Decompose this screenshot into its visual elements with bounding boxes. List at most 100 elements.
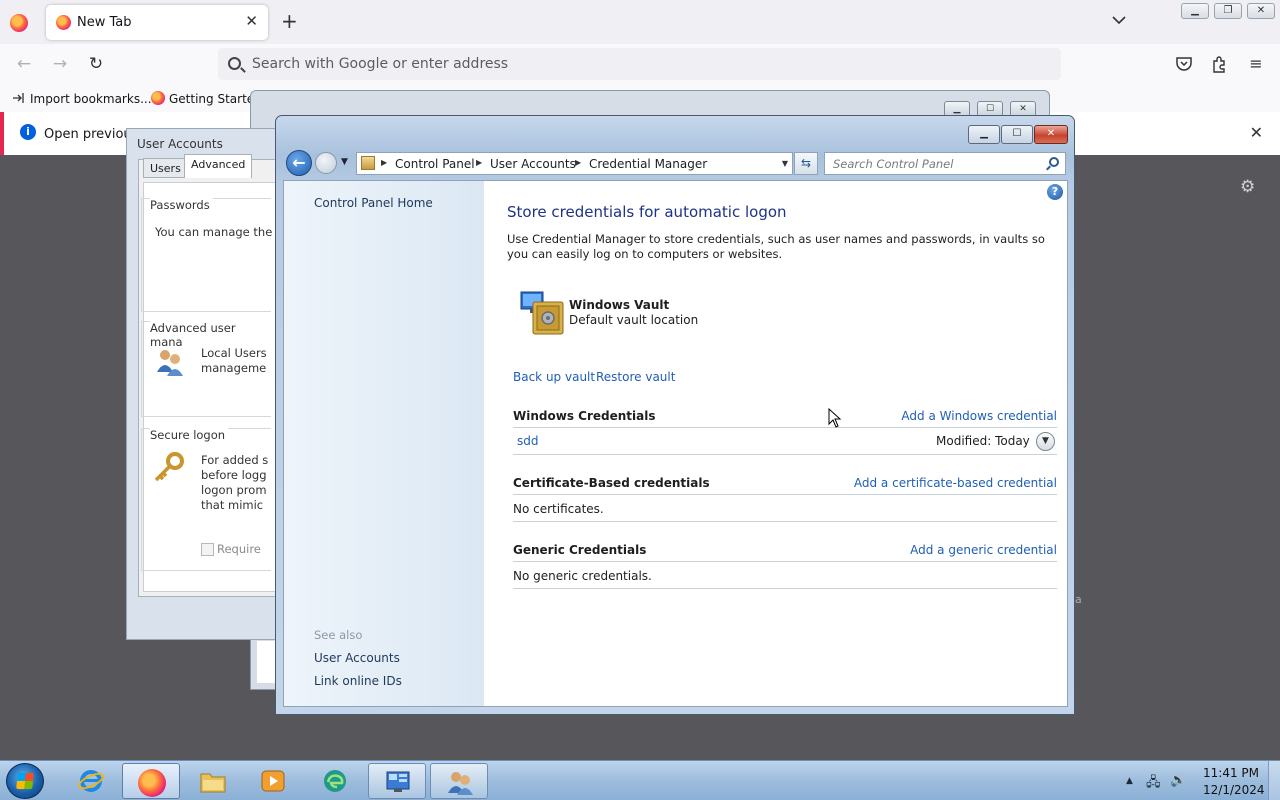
show-desktop-button[interactable] [1268, 761, 1280, 800]
taskbar-firefox[interactable] [122, 763, 180, 799]
vault-name: Windows Vault [569, 298, 670, 312]
page-title: Store credentials for automatic logon [507, 203, 787, 221]
section-divider [513, 561, 1057, 562]
breadcrumb-control-panel[interactable]: Control Panel [395, 157, 475, 171]
show-hidden-icons-icon[interactable]: ▲ [1126, 776, 1133, 786]
section-divider [513, 588, 1057, 589]
firefox-menu-icon[interactable] [10, 14, 28, 32]
breadcrumb-chevron-icon[interactable]: ▶ [381, 158, 387, 167]
search-icon [228, 57, 241, 70]
add-windows-credential-link[interactable]: Add a Windows credential [901, 409, 1057, 423]
restore-vault-link[interactable]: Restore vault [596, 370, 675, 384]
pocket-icon[interactable] [1174, 54, 1194, 74]
close-button[interactable]: ✕ [1034, 125, 1068, 144]
gear-icon[interactable]: ⚙ [1240, 177, 1258, 197]
browser-tab-bar: New Tab ✕ + ▁ ❐ ✕ [0, 0, 1280, 44]
refresh-button[interactable]: ⇆ [794, 152, 818, 175]
taskbar-edge[interactable] [306, 763, 364, 799]
address-dropdown-icon[interactable]: ▼ [782, 159, 788, 168]
recent-pages-icon[interactable]: ▼ [341, 157, 348, 167]
require-checkbox[interactable] [201, 543, 214, 556]
section-divider [513, 454, 1057, 455]
taskbar-control-panel[interactable] [368, 763, 426, 799]
credential-manager-window: ▁ ☐ ✕ ← ▼ ▶ Control Panel ▶ User Account… [275, 115, 1075, 715]
close-browser-button[interactable]: ✕ [1247, 3, 1275, 19]
credential-modified-date: Modified: Today [936, 434, 1030, 448]
search-icon[interactable] [1049, 157, 1059, 167]
generic-credentials-heading: Generic Credentials [513, 543, 647, 557]
reload-icon[interactable]: ↻ [84, 53, 108, 75]
volume-icon[interactable]: 🔊 [1170, 773, 1186, 788]
firefox-icon [138, 769, 166, 797]
forward-button[interactable] [315, 152, 337, 174]
forward-arrow-icon[interactable]: → [48, 53, 72, 75]
hamburger-menu-icon[interactable]: ≡ [1246, 54, 1266, 74]
list-all-tabs-icon[interactable] [1112, 13, 1126, 27]
breadcrumb-chevron-icon[interactable]: ▶ [476, 158, 482, 167]
secure-logon-text: For added s before logg logon prom that … [201, 453, 269, 512]
main-pane: ? Store credentials for automatic logon … [484, 181, 1067, 706]
maximize-button[interactable]: ☐ [1001, 125, 1033, 144]
dialog-title: User Accounts [137, 137, 223, 151]
breadcrumb-credential-manager[interactable]: Credential Manager [589, 157, 707, 171]
taskbar-internet-explorer[interactable] [62, 763, 120, 799]
tab-advanced[interactable]: Advanced [184, 154, 253, 178]
user-accounts-link[interactable]: User Accounts [314, 651, 400, 665]
start-button[interactable] [6, 763, 44, 799]
firefox-tab-icon [56, 15, 71, 30]
search-placeholder: Search Control Panel [833, 157, 954, 171]
close-notification-icon[interactable]: ✕ [1250, 123, 1263, 142]
address-bar[interactable]: ▶ Control Panel ▶ User Accounts ▶ Creden… [356, 152, 793, 175]
taskbar-user-accounts[interactable] [430, 763, 488, 799]
info-icon: i [20, 124, 36, 140]
breadcrumb-chevron-icon[interactable]: ▶ [575, 158, 581, 167]
folder-icon [200, 773, 226, 793]
credential-item-sdd[interactable]: sdd [517, 434, 539, 448]
no-generic-credentials-text: No generic credentials. [513, 569, 652, 583]
passwords-label: Passwords [150, 198, 213, 212]
taskbar-file-explorer[interactable] [184, 763, 242, 799]
back-button[interactable]: ← [286, 150, 312, 176]
see-also-heading: See also [314, 628, 363, 642]
control-panel-icon [386, 771, 410, 792]
advanced-label: Advanced user mana [150, 321, 271, 349]
clock-time[interactable]: 11:41 PM [1203, 766, 1259, 780]
new-tab-button[interactable]: + [281, 9, 298, 33]
url-bar[interactable]: Search with Google or enter address [218, 48, 1061, 80]
back-arrow-icon[interactable]: ← [12, 53, 36, 75]
control-panel-icon [361, 156, 375, 170]
windows-credentials-heading: Windows Credentials [513, 409, 656, 423]
bookmark-import[interactable]: Import bookmarks... [12, 91, 152, 106]
add-certificate-credential-link[interactable]: Add a certificate-based credential [854, 476, 1057, 490]
close-tab-icon[interactable]: ✕ [245, 12, 258, 30]
browser-tab-new-tab[interactable]: New Tab ✕ [46, 5, 268, 40]
taskbar-media-player[interactable] [244, 763, 302, 799]
link-online-ids-link[interactable]: Link online IDs [314, 674, 402, 688]
restore-browser-button[interactable]: ❐ [1214, 3, 1242, 19]
network-icon[interactable]: 🖧 [1146, 773, 1161, 795]
mouse-cursor-icon [828, 408, 842, 428]
section-divider [513, 494, 1057, 495]
firefox-bookmark-icon [151, 91, 165, 105]
bookmark-getting-started[interactable]: Getting Started [151, 91, 262, 106]
vault-location: Default vault location [569, 313, 699, 327]
back-up-vault-link[interactable]: Back up vault [513, 370, 595, 384]
clock-date[interactable]: 12/1/2024 [1203, 783, 1265, 797]
extensions-icon[interactable] [1210, 54, 1230, 74]
breadcrumb-user-accounts[interactable]: User Accounts [490, 157, 576, 171]
media-player-icon [261, 770, 285, 792]
search-control-panel-input[interactable]: Search Control Panel [824, 152, 1066, 175]
help-icon[interactable]: ? [1047, 184, 1063, 200]
notification-text: Open previous [44, 127, 139, 142]
require-label: Require [217, 542, 261, 556]
users-icon [448, 772, 473, 795]
minimize-browser-button[interactable]: ▁ [1181, 3, 1209, 19]
bg-window-body [257, 641, 277, 683]
edge-icon [324, 770, 346, 792]
advanced-text: Local Users manageme [201, 346, 267, 375]
control-panel-home-link[interactable]: Control Panel Home [314, 196, 433, 210]
add-generic-credential-link[interactable]: Add a generic credential [910, 543, 1057, 557]
minimize-button[interactable]: ▁ [968, 125, 1000, 144]
expand-credential-icon[interactable]: ▼ [1036, 432, 1055, 451]
tab-users[interactable]: Users [143, 158, 188, 178]
